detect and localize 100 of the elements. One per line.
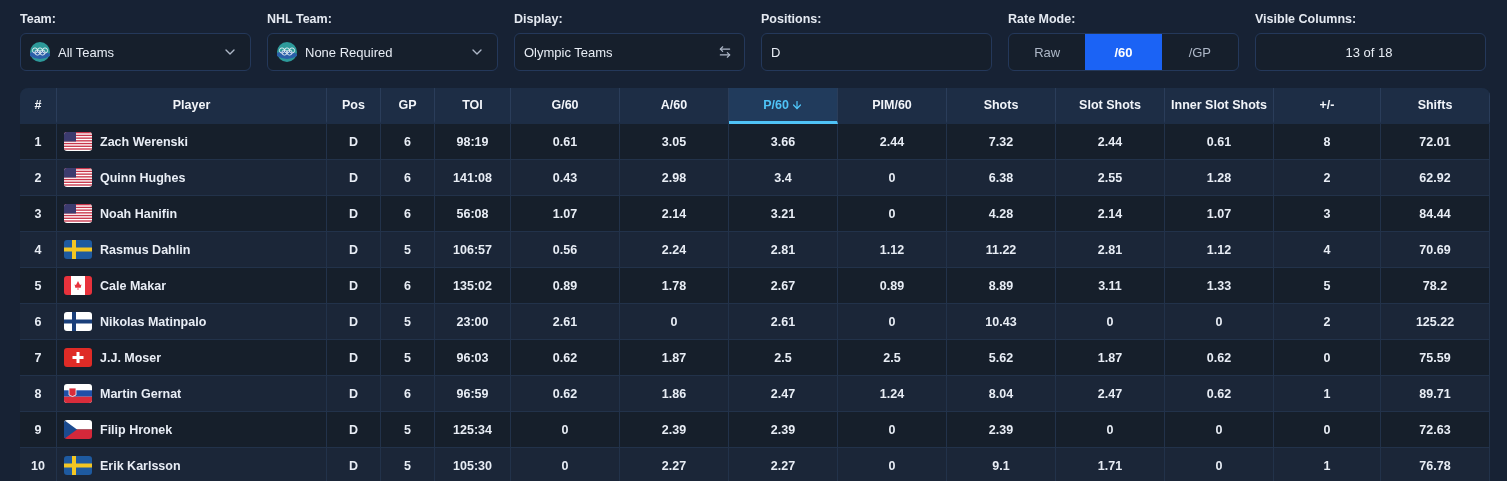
table-cell: 1 [1274, 448, 1381, 481]
table-cell: 1.71 [1056, 448, 1165, 481]
table-cell: 1.87 [620, 340, 729, 375]
table-cell: 2.98 [620, 160, 729, 195]
team-dropdown[interactable]: All Teams [20, 33, 251, 71]
table-cell: 56:08 [435, 196, 511, 231]
table-cell: 0.62 [1165, 340, 1274, 375]
player-name: Nikolas Matinpalo [100, 314, 207, 329]
table-cell: 96:03 [435, 340, 511, 375]
table-cell: 70.69 [1381, 232, 1490, 267]
table-cell: 2.81 [1056, 232, 1165, 267]
table-cell: 78.2 [1381, 268, 1490, 303]
table-cell: 2.27 [620, 448, 729, 481]
table-cell: 5 [1274, 268, 1381, 303]
table-cell: 0 [838, 160, 947, 195]
table-cell: 2.39 [620, 412, 729, 447]
filter-label: Visible Columns: [1255, 12, 1358, 27]
rank-cell: 9 [20, 412, 57, 447]
table-cell: 0 [1165, 304, 1274, 339]
player-name: Filip Hronek [100, 422, 173, 437]
table-cell: 98:19 [435, 124, 511, 159]
table-cell: 2.27 [729, 448, 838, 481]
table-cell: 2.55 [1056, 160, 1165, 195]
table-cell: 5 [381, 340, 435, 375]
rank-cell: 6 [20, 304, 57, 339]
table-cell: 23:00 [435, 304, 511, 339]
table-cell: 0 [1165, 448, 1274, 481]
table-cell: 6.38 [947, 160, 1056, 195]
table-cell: 1 [1274, 376, 1381, 411]
rank-cell: 3 [20, 196, 57, 231]
table-cell: 6 [381, 196, 435, 231]
table-cell: 5 [381, 412, 435, 447]
table-cell: 76.78 [1381, 448, 1490, 481]
player-name: Noah Hanifin [100, 206, 178, 221]
rank-cell: 10 [20, 448, 57, 481]
rank-cell: 7 [20, 340, 57, 375]
table-cell: 3.05 [620, 124, 729, 159]
table-cell: 0 [511, 412, 620, 447]
visible-columns-button[interactable]: 13 of 18 [1255, 33, 1486, 71]
table-cell: 2.67 [729, 268, 838, 303]
table-cell: 1.86 [620, 376, 729, 411]
table-cell: 106:57 [435, 232, 511, 267]
table-cell: 6 [381, 124, 435, 159]
table-cell: 2.44 [1056, 124, 1165, 159]
table-cell: 10.43 [947, 304, 1056, 339]
table-cell: 0.61 [1165, 124, 1274, 159]
table-cell: 1.07 [511, 196, 620, 231]
rank-cell: 5 [20, 268, 57, 303]
table-cell: 72.63 [1381, 412, 1490, 447]
rate-mode-option[interactable]: Raw [1009, 34, 1086, 70]
table-cell: 6 [381, 160, 435, 195]
table-cell: 6 [381, 376, 435, 411]
table-cell: 3.66 [729, 124, 838, 159]
table-cell: D [327, 376, 381, 411]
player-name: Zach Werenski [100, 134, 188, 149]
table-cell: 0.56 [511, 232, 620, 267]
filter-label: Team: [20, 12, 57, 27]
table-cell: 7.32 [947, 124, 1056, 159]
table-cell: 2.14 [1056, 196, 1165, 231]
filter-label: Rate Mode: [1008, 12, 1077, 27]
table-cell: 0.89 [838, 268, 947, 303]
positions-field[interactable]: D [761, 33, 992, 71]
table-cell: 9.1 [947, 448, 1056, 481]
rate-mode-option[interactable]: /GP [1161, 34, 1238, 70]
table-cell: 2.39 [729, 412, 838, 447]
team-dropdown[interactable]: None Required [267, 33, 498, 71]
table-cell: 0.62 [511, 376, 620, 411]
table-cell: 1.24 [838, 376, 947, 411]
display-toggle[interactable]: Olympic Teams [514, 33, 745, 71]
table-cell: 0 [1274, 412, 1381, 447]
table-cell: 1.28 [1165, 160, 1274, 195]
table-cell: 125.22 [1381, 304, 1490, 339]
table-cell: 1.87 [1056, 340, 1165, 375]
table-cell: 5 [381, 232, 435, 267]
swap-icon [718, 45, 732, 59]
table-cell: 3 [1274, 196, 1381, 231]
table-cell: 2.61 [729, 304, 838, 339]
rate-mode-option[interactable]: /60 [1085, 34, 1162, 70]
table-cell: 2.5 [838, 340, 947, 375]
table-cell: 0 [511, 448, 620, 481]
table-cell: 0 [1274, 340, 1381, 375]
table-cell: D [327, 196, 381, 231]
table-cell: 3.4 [729, 160, 838, 195]
table-cell: 1.07 [1165, 196, 1274, 231]
table-cell: 5 [381, 304, 435, 339]
table-cell: 1.12 [1165, 232, 1274, 267]
table-cell: 62.92 [1381, 160, 1490, 195]
table-cell: 4 [1274, 232, 1381, 267]
table-cell: 3.21 [729, 196, 838, 231]
table-cell: 2.81 [729, 232, 838, 267]
table-cell: 84.44 [1381, 196, 1490, 231]
table-cell: 125:34 [435, 412, 511, 447]
table-cell: 2.44 [838, 124, 947, 159]
table-cell: 141:08 [435, 160, 511, 195]
table-cell: 2.5 [729, 340, 838, 375]
table-cell: D [327, 160, 381, 195]
table-cell: 89.71 [1381, 376, 1490, 411]
table-cell: D [327, 340, 381, 375]
column-header[interactable]: P/60 [729, 88, 838, 124]
table-cell: 0 [838, 412, 947, 447]
